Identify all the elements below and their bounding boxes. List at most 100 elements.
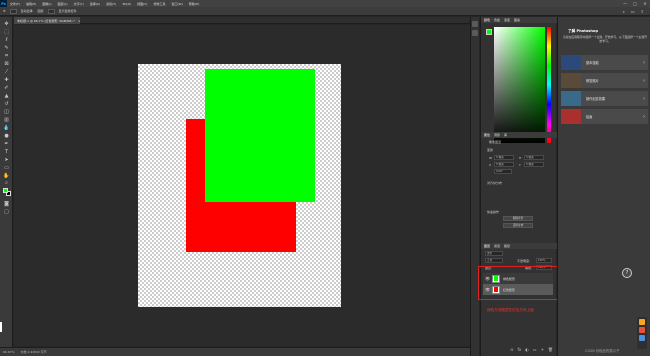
hue-slider[interactable] (547, 27, 551, 143)
healing-tool-icon[interactable]: ✚ (3, 77, 10, 83)
color-field[interactable] (494, 27, 545, 143)
tab-channels[interactable]: 通道 (494, 244, 500, 248)
new-layer-icon[interactable]: + (541, 347, 544, 352)
workspace-icon[interactable]: ▭ (631, 9, 635, 14)
hand-tool-icon[interactable]: ✋ (3, 173, 10, 179)
badge-icon[interactable] (639, 319, 645, 325)
menu-help[interactable]: 帮助(H) (186, 2, 203, 6)
quick-select-tool-icon[interactable]: ✎ (3, 45, 10, 51)
y-field[interactable]: 0 像素 (524, 162, 544, 167)
menu-3d[interactable]: 3D(D) (119, 2, 134, 6)
width-field[interactable]: 0 像素 (494, 155, 514, 160)
zoom-level[interactable]: 66.67% (3, 350, 14, 354)
stamp-tool-icon[interactable]: ▲ (3, 93, 10, 99)
dodge-tool-icon[interactable]: ● (3, 133, 10, 139)
share-icon[interactable]: ⇧ (641, 9, 644, 14)
crop-tool-icon[interactable]: ⌗ (3, 53, 10, 59)
collapsed-panel-dock (470, 17, 479, 356)
minimize-button[interactable]: — (620, 1, 630, 6)
menu-layer[interactable]: 图层(L) (55, 2, 71, 6)
type-tool-icon[interactable]: T (3, 149, 10, 155)
remove-background-button[interactable]: 删除背景 (503, 216, 533, 221)
learn-card-fix-photo[interactable]: 修复照片 › (561, 73, 648, 88)
learn-card-creative-effects[interactable]: 制作创意效果 › (561, 91, 648, 106)
document-tab[interactable]: 未标题-1 @ 66.7% (红色矩形, RGB/8#) * × (14, 17, 80, 24)
brush-tool-icon[interactable]: ✐ (3, 85, 10, 91)
history-icon[interactable] (472, 21, 478, 27)
adjust-icon[interactable] (472, 30, 478, 36)
history-brush-tool-icon[interactable]: ↺ (3, 101, 10, 107)
badge-icon[interactable] (639, 335, 645, 341)
green-rectangle-layer[interactable] (205, 69, 315, 202)
menu-filter[interactable]: 滤镜(T) (103, 2, 119, 6)
menu-edit[interactable]: 编辑(E) (23, 2, 39, 6)
tab-libraries[interactable]: 库 (504, 133, 507, 137)
link-layers-icon[interactable]: ⊝ (510, 347, 513, 352)
zoom-tool-icon[interactable]: ⌕ (3, 180, 10, 186)
menu-window[interactable]: 窗口(W) (169, 2, 186, 6)
maximize-button[interactable]: □ (630, 1, 640, 6)
search-icon[interactable]: ⌕ (623, 9, 625, 14)
y-label: Y (519, 163, 521, 167)
menu-file[interactable]: 文件(F) (7, 2, 23, 6)
badge-icon[interactable] (639, 327, 645, 333)
menu-image[interactable]: 图像(I) (39, 2, 54, 6)
menu-plugins[interactable]: 增效工具 (150, 2, 168, 6)
tab-color[interactable]: 颜色 (484, 18, 490, 22)
color-panel-foreground-swatch[interactable] (486, 29, 492, 35)
blur-tool-icon[interactable]: 💧 (3, 125, 10, 131)
tab-paths[interactable]: 路径 (504, 244, 510, 248)
opacity-field[interactable]: 100% (536, 258, 552, 263)
learn-card-thumbnail (561, 73, 581, 88)
chevron-right-icon: › (643, 95, 645, 102)
select-subject-button[interactable]: 选择主体 (503, 223, 533, 228)
screen-mode-icon[interactable]: ▢ (3, 209, 10, 215)
tab-swatches[interactable]: 色板 (494, 18, 500, 22)
close-button[interactable]: ✕ (640, 1, 650, 6)
tab-properties[interactable]: 属性 (484, 133, 490, 137)
auto-select-checkbox[interactable] (9, 8, 17, 14)
help-icon[interactable]: ? (622, 268, 632, 278)
tab-adjustments[interactable]: 调整 (494, 133, 500, 137)
x-field[interactable]: 0 像素 (494, 162, 514, 167)
tab-layers[interactable]: 图层 (484, 244, 490, 248)
eyedropper-tool-icon[interactable]: ⁄ (3, 69, 10, 75)
floating-toolbar (637, 317, 647, 349)
menu-select[interactable]: 选择(S) (87, 2, 103, 6)
options-bar: ✥ 自动选择: 图层 显示变换控件 ⌕ ▭ ⇧ (0, 7, 650, 16)
tab-gradients[interactable]: 渐变 (504, 18, 510, 22)
gradient-tool-icon[interactable]: ▥ (3, 117, 10, 123)
auto-select-dropdown[interactable]: 图层 (38, 9, 44, 13)
annotation-highlight-box (478, 266, 558, 300)
move-tool-icon[interactable]: ✥ (3, 21, 10, 27)
quick-mask-icon[interactable]: ◙ (3, 201, 10, 207)
trash-icon[interactable]: 🗑 (548, 347, 553, 352)
tab-patterns[interactable]: 图案 (514, 18, 520, 22)
fx-icon[interactable]: fx (518, 347, 522, 352)
menu-view[interactable]: 视图(V) (134, 2, 150, 6)
menu-type[interactable]: 文字(Y) (71, 2, 87, 6)
foreground-color-swatch[interactable] (3, 188, 8, 193)
layer-filter-dropdown[interactable]: 类型 (485, 251, 503, 256)
show-transform-checkbox[interactable] (47, 8, 55, 14)
shape-tool-icon[interactable]: ▭ (3, 165, 10, 171)
group-icon[interactable]: ▭ (533, 347, 537, 352)
angle-field[interactable]: 0.00° (494, 169, 512, 174)
opacity-label: 不透明度: (517, 259, 531, 263)
show-transform-label: 显示变换控件 (58, 9, 77, 13)
height-field[interactable]: 0 像素 (524, 155, 544, 160)
adjustment-layer-icon[interactable]: ◐ (525, 347, 529, 352)
move-icon[interactable]: ✥ (3, 9, 6, 13)
marquee-tool-icon[interactable]: ⬚ (3, 29, 10, 35)
lasso-tool-icon[interactable]: ℓ (3, 37, 10, 43)
path-select-tool-icon[interactable]: ➤ (3, 157, 10, 163)
learn-card-basic-skills[interactable]: 基本技能 › (561, 55, 648, 70)
pen-tool-icon[interactable]: ✒ (3, 141, 10, 147)
frame-tool-icon[interactable]: ⊠ (3, 61, 10, 67)
document-canvas[interactable] (138, 64, 341, 307)
blend-mode-dropdown[interactable]: 正常 (485, 258, 503, 263)
learn-card-painting[interactable]: 绘画 › (561, 109, 648, 124)
close-icon[interactable]: × (78, 19, 80, 23)
eraser-tool-icon[interactable]: ◫ (3, 109, 10, 115)
canvas-area[interactable] (14, 25, 470, 346)
